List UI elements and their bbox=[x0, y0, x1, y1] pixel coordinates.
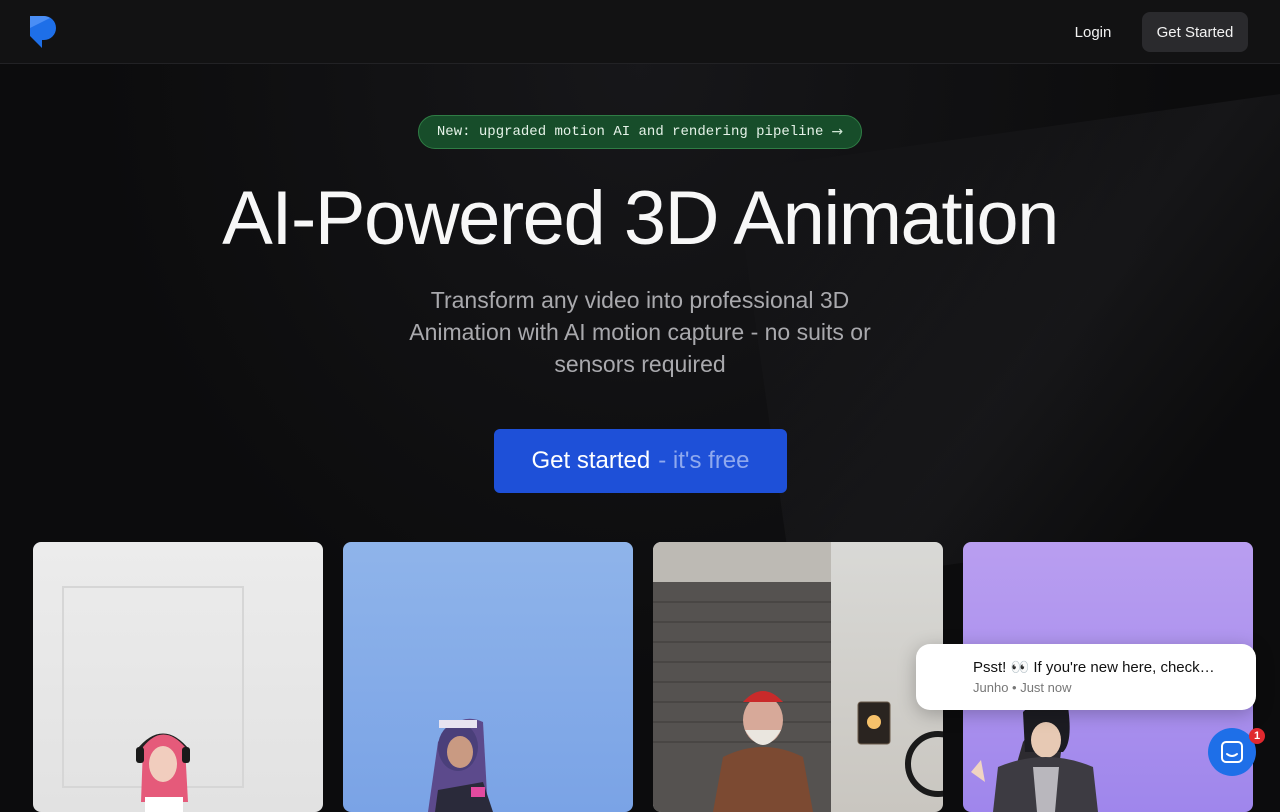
gallery-card-2[interactable] bbox=[343, 542, 633, 812]
arrow-right-icon: → bbox=[831, 124, 844, 140]
character-old-man-hat-icon bbox=[653, 542, 943, 812]
page-title: AI-Powered 3D Animation bbox=[222, 176, 1059, 261]
announcement-pill[interactable]: New: upgraded motion AI and rendering pi… bbox=[418, 115, 862, 149]
top-nav: Login Get Started bbox=[0, 0, 1280, 64]
character-anime-avatar-icon bbox=[428, 718, 493, 812]
character-woman-headphones-icon bbox=[62, 586, 244, 812]
cta-sub-label: - it's free bbox=[658, 447, 750, 474]
chat-bubble-icon bbox=[1221, 741, 1243, 763]
chat-message-meta: Junho • Just now bbox=[973, 680, 1072, 695]
chat-message-text: Psst! 👀 If you're new here, check… bbox=[973, 659, 1215, 676]
gallery-card-1[interactable] bbox=[33, 542, 323, 812]
announcement-text: New: upgraded motion AI and rendering pi… bbox=[436, 124, 824, 140]
gallery-card-3[interactable] bbox=[653, 542, 943, 812]
get-started-cta-button[interactable]: Get started - it's free bbox=[494, 429, 787, 493]
unread-count-badge: 1 bbox=[1249, 728, 1265, 744]
get-started-nav-button[interactable]: Get Started bbox=[1142, 12, 1248, 52]
login-button[interactable]: Login bbox=[1062, 12, 1124, 52]
hero-subtitle: Transform any video into professional 3D… bbox=[409, 287, 871, 377]
chat-message-toast[interactable]: Psst! 👀 If you're new here, check… Junho… bbox=[916, 644, 1256, 710]
logo-icon[interactable] bbox=[28, 14, 56, 50]
cta-main-label: Get started bbox=[531, 447, 651, 474]
